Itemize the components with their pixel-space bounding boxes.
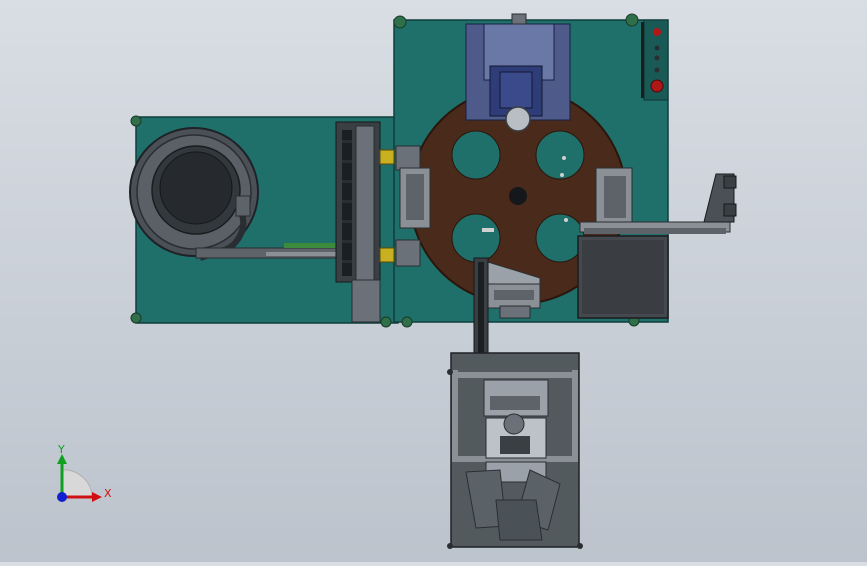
x-axis-label: X [104, 487, 112, 500]
foot [625, 13, 639, 27]
top-press-station [465, 13, 571, 132]
foot [380, 316, 392, 328]
foot [130, 115, 142, 127]
control-panel [641, 19, 669, 101]
foot [401, 316, 413, 328]
y-axis-label: Y [57, 443, 65, 456]
lower-sub-table [447, 352, 583, 549]
emergency-stop-icon [650, 79, 664, 93]
foot [130, 312, 142, 324]
foot [393, 15, 407, 29]
collection-bin [577, 235, 669, 319]
z-axis [57, 492, 67, 502]
vibratory-bowl-feeder [129, 127, 259, 261]
indicator-lamp-icon [653, 28, 661, 36]
coordinate-triad-icon: Y X [57, 443, 112, 502]
cad-viewport[interactable]: Y X [0, 0, 867, 562]
machine-top-view: Y X [57, 13, 737, 549]
